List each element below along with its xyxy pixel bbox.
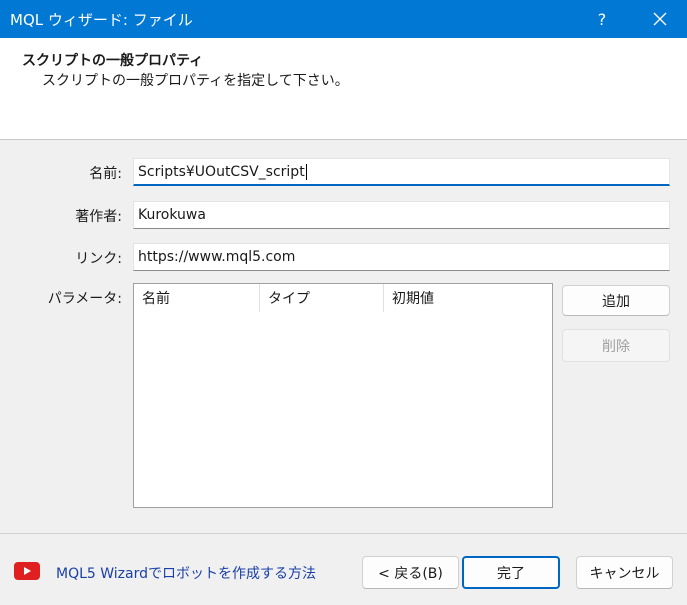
name-input-value: Scripts¥UOutCSV_script [138, 163, 305, 180]
link-input[interactable]: https://www.mql5.com [133, 243, 670, 271]
back-button[interactable]: < 戻る(B) [362, 556, 459, 589]
column-header-default[interactable]: 初期値 [384, 284, 552, 312]
author-input-value: Kurokuwa [138, 207, 206, 223]
footer-divider [0, 533, 687, 534]
add-button[interactable]: 追加 [562, 285, 670, 316]
window-title: MQL ウィザード: ファイル [10, 11, 193, 29]
cancel-button[interactable]: キャンセル [576, 556, 673, 589]
play-icon [24, 567, 31, 575]
header-title: スクリプトの一般プロパティ [22, 53, 204, 69]
header-subtitle: スクリプトの一般プロパティを指定して下さい。 [42, 73, 349, 89]
close-button[interactable] [642, 0, 678, 38]
params-label: パラメータ: [47, 291, 122, 307]
link-label: リンク: [75, 251, 122, 267]
text-caret [305, 163, 307, 180]
youtube-icon[interactable] [14, 562, 40, 580]
author-label: 著作者: [75, 209, 122, 225]
column-header-type[interactable]: タイプ [260, 284, 384, 312]
author-input[interactable]: Kurokuwa [133, 201, 670, 229]
close-icon [653, 12, 667, 26]
help-button[interactable]: ? [586, 0, 618, 38]
title-bar: MQL ウィザード: ファイル ? [0, 0, 687, 38]
name-label: 名前: [89, 166, 122, 182]
column-header-name[interactable]: 名前 [134, 284, 260, 312]
wizard-help-link[interactable]: MQL5 Wizardでロボットを作成する方法 [56, 563, 316, 583]
link-input-value: https://www.mql5.com [138, 249, 296, 265]
wizard-header: スクリプトの一般プロパティ スクリプトの一般プロパティを指定して下さい。 [0, 38, 687, 140]
name-input[interactable]: Scripts¥UOutCSV_script [133, 158, 670, 186]
params-table[interactable]: 名前 タイプ 初期値 [133, 283, 553, 508]
finish-button[interactable]: 完了 [462, 556, 560, 589]
delete-button[interactable]: 削除 [562, 329, 670, 362]
